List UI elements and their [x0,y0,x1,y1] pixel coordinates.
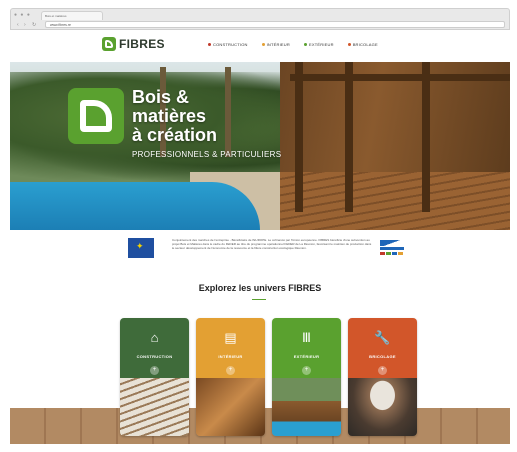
reload-icon[interactable]: ↻ [32,22,36,28]
pergola-post [345,62,353,212]
nav-dot-icon [261,43,265,46]
window-controls[interactable]: ● ● ● [14,12,31,18]
hero-banner: Bois & matières à création PROFESSIONNEL… [10,62,510,230]
nav-item-label: CONSTRUCTION [213,42,248,47]
eu-flag-icon [128,238,154,258]
nav-dot-icon [347,43,351,46]
card-photo [196,378,265,436]
card-photo [272,378,341,436]
region-logo-icon [380,240,404,258]
card-label: INTÉRIEUR [218,354,243,359]
card-interieur[interactable]: ▤ INTÉRIEUR + [196,318,265,436]
nav-dot-icon [208,43,211,46]
card-exterieur[interactable]: Ⅲ EXTÉRIEUR + [272,318,341,436]
plus-icon[interactable]: + [150,366,159,375]
hero-title-line: matières [132,106,207,126]
pergola-post [422,62,430,212]
card-header: 🔧 BRICOLAGE + [348,318,417,378]
interior-icon: ▤ [224,330,237,345]
nav-item-label: BRICOLAGE [352,42,378,47]
card-header: ▤ INTÉRIEUR + [196,318,265,378]
explore-title: Explorez les univers FIBRES [198,283,322,293]
hero-title: Bois & matières à création [132,88,217,145]
card-construction[interactable]: ⌂ CONSTRUCTION + [120,318,189,436]
nav-item-label: EXTÉRIEUR [308,42,334,47]
browser-tab[interactable]: Bois et matières [41,11,103,20]
universe-cards: ⌂ CONSTRUCTION + ▤ INTÉRIEUR + Ⅲ EXTÉRIE… [120,318,417,436]
house-icon: ⌂ [150,330,159,345]
card-header: ⌂ CONSTRUCTION + [120,318,189,378]
card-header: Ⅲ EXTÉRIEUR + [272,318,341,378]
nav-item-bricolage[interactable]: BRICOLAGE [347,42,378,47]
card-photo [120,378,189,436]
plus-icon[interactable]: + [302,366,311,375]
card-photo [348,378,417,436]
nav-item-exterieur[interactable]: EXTÉRIEUR [303,42,334,47]
card-label: EXTÉRIEUR [293,354,320,359]
logo-icon [102,37,116,51]
fence-icon: Ⅲ [302,330,311,345]
back-icon[interactable]: ‹ [17,22,19,28]
hero-logo-icon [68,88,124,144]
hero-title-line: Bois & [132,87,190,107]
eu-funding-text: Conjointement des marches de l'entrepris… [172,238,372,251]
browser-toolbar: ● ● ● Bois et matières ‹ › ↻ www.fibres.… [10,8,510,30]
logo-text: FIBRES [119,37,165,51]
hero-title-line: à création [132,125,218,145]
wrench-icon: 🔧 [374,330,391,345]
forward-icon[interactable]: › [24,22,26,28]
plus-icon[interactable]: + [226,366,235,375]
hero-subtitle: PROFESSIONNELS & PARTICULIERS [132,150,282,159]
pergola-beam [290,74,510,81]
pergola-post [295,62,303,212]
eu-funding-strip: Conjointement des marches de l'entrepris… [10,230,510,272]
plus-icon[interactable]: + [378,366,387,375]
main-nav: CONSTRUCTION INTÉRIEUR EXTÉRIEUR BRICOLA… [208,42,378,47]
card-label: BRICOLAGE [369,354,396,359]
nav-item-interieur[interactable]: INTÉRIEUR [261,42,290,47]
hero-pool [10,182,260,230]
browser-window: ● ● ● Bois et matières ‹ › ↻ www.fibres.… [0,0,517,452]
card-bricolage[interactable]: 🔧 BRICOLAGE + [348,318,417,436]
title-underline [252,299,266,300]
wood-deck [280,172,510,230]
palm-trunk [225,67,231,157]
nav-item-construction[interactable]: CONSTRUCTION [208,42,248,47]
nav-dot-icon [303,43,307,46]
site-logo[interactable]: FIBRES [102,37,165,51]
address-bar[interactable]: www.fibres.re [45,21,505,28]
site-header: FIBRES CONSTRUCTION INTÉRIEUR EXTÉRIEUR … [10,30,510,62]
card-label: CONSTRUCTION [136,354,173,359]
nav-item-label: INTÉRIEUR [266,42,290,47]
